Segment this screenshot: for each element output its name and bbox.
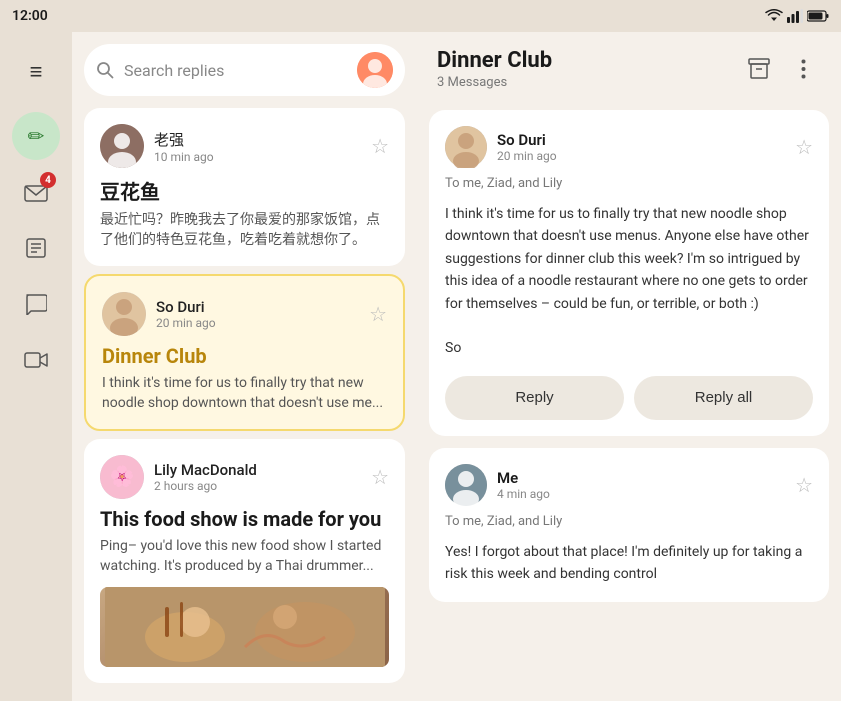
search-bar[interactable]: Search replies (84, 44, 405, 96)
email-recipients-2: To me, Ziad, and Lily (445, 514, 813, 529)
search-input[interactable]: Search replies (124, 61, 347, 80)
sender-avatar-3: 🌸 (100, 455, 144, 499)
sidebar-item-notes[interactable] (12, 224, 60, 272)
email-time-2: 4 min ago (497, 487, 550, 501)
header-actions (741, 51, 821, 87)
email-card-1: So Duri 20 min ago ☆ To me, Ziad, and Li… (429, 110, 829, 436)
sender-name-3: Lily MacDonald (154, 461, 257, 479)
star-button-1[interactable]: ☆ (371, 134, 389, 158)
email-actions-1: Reply Reply all (445, 376, 813, 420)
message-card-3[interactable]: 🌸 Lily MacDonald 2 hours ago ☆ This food… (84, 439, 405, 682)
status-icons (765, 9, 829, 23)
email-card-2: Me 4 min ago ☆ To me, Ziad, and Lily Yes… (429, 448, 829, 602)
sidebar-item-chat[interactable] (12, 280, 60, 328)
message-card-1[interactable]: 老强 10 min ago ☆ 豆花鱼 最近忙吗？昨晚我去了你最爱的那家饭馆，点… (84, 108, 405, 266)
sidebar-item-inbox[interactable]: 4 (12, 168, 60, 216)
battery-icon (807, 10, 829, 22)
middle-panel: Search replies 老强 1 (72, 32, 417, 701)
card-preview-2: I think it's time for us to finally try … (102, 374, 387, 413)
email-star-2[interactable]: ☆ (795, 473, 813, 497)
email-sender-name-1: So Duri (497, 131, 557, 149)
search-icon (96, 61, 114, 79)
reply-all-button[interactable]: Reply all (634, 376, 813, 420)
thread-subtitle: 3 Messages (437, 75, 552, 90)
reply-button[interactable]: Reply (445, 376, 624, 420)
card-subject-1: 豆花鱼 (100, 176, 389, 205)
compose-icon: ✏ (28, 124, 45, 148)
wifi-icon (765, 9, 783, 23)
archive-button[interactable] (741, 51, 777, 87)
chat-icon (25, 293, 47, 315)
message-card-2[interactable]: So Duri 20 min ago ☆ Dinner Club I think… (84, 274, 405, 431)
email-sender-name-2: Me (497, 469, 550, 487)
inbox-badge: 4 (40, 172, 56, 188)
email-star-1[interactable]: ☆ (795, 135, 813, 159)
right-panel-header: Dinner Club 3 Messages (417, 32, 841, 102)
thread-title: Dinner Club (437, 48, 552, 73)
notes-icon (25, 237, 47, 259)
sender-avatar-2 (102, 292, 146, 336)
video-icon (24, 351, 48, 369)
sender-time-2: 20 min ago (156, 316, 216, 330)
status-time: 12:00 (12, 8, 48, 24)
card-subject-3: This food show is made for you (100, 507, 389, 531)
sidebar: ≡ ✏ 4 (0, 32, 72, 701)
sender-name-2: So Duri (156, 298, 216, 316)
email-recipients-1: To me, Ziad, and Lily (445, 176, 813, 191)
star-button-3[interactable]: ☆ (371, 465, 389, 489)
right-panel: Dinner Club 3 Messages (417, 32, 841, 701)
card-subject-2: Dinner Club (102, 344, 387, 368)
sidebar-item-video[interactable] (12, 336, 60, 384)
email-thread: So Duri 20 min ago ☆ To me, Ziad, and Li… (417, 102, 841, 701)
sender-time-1: 10 min ago (154, 150, 214, 164)
sender-name-1: 老强 (154, 129, 214, 150)
card-preview-1: 最近忙吗？昨晚我去了你最爱的那家饭馆，点了他们的特色豆花鱼，吃着吃着就想你了。 (100, 211, 389, 250)
menu-icon: ≡ (30, 59, 43, 85)
sidebar-item-compose[interactable]: ✏ (12, 112, 60, 160)
signal-icon (787, 9, 803, 23)
status-bar: 12:00 (0, 0, 841, 32)
card-preview-3: Ping– you'd love this new food show I st… (100, 537, 389, 576)
star-button-2[interactable]: ☆ (369, 302, 387, 326)
email-avatar-2 (445, 464, 487, 506)
sender-time-3: 2 hours ago (154, 479, 257, 493)
email-avatar-1 (445, 126, 487, 168)
sender-avatar-1 (100, 124, 144, 168)
svg-text:🌸: 🌸 (110, 464, 135, 488)
email-time-1: 20 min ago (497, 149, 557, 163)
card-image-3 (100, 587, 389, 667)
email-body-2: Yes! I forgot about that place! I'm defi… (445, 541, 813, 586)
email-body-1: I think it's time for us to finally try … (445, 203, 813, 360)
user-avatar[interactable] (357, 52, 393, 88)
sidebar-menu-button[interactable]: ≡ (12, 48, 60, 96)
more-options-button[interactable] (785, 51, 821, 87)
